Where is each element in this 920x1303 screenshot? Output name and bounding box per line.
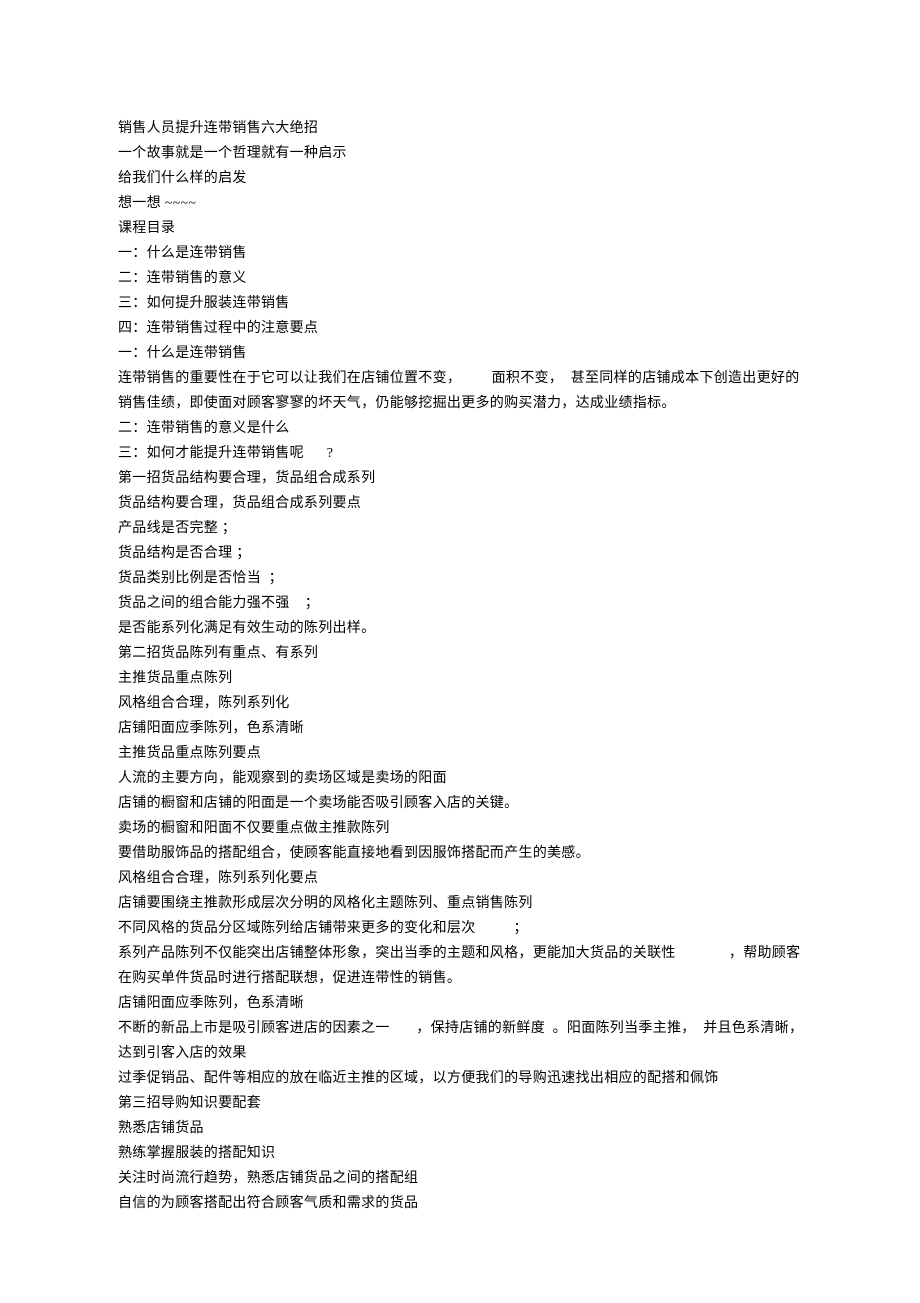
text-line: 连带销售的重要性在于它可以让我们在店铺位置不变， 面积不变， 甚至同样的店铺成本… — [118, 366, 802, 391]
text-line: 四：连带销售过程中的注意要点 — [118, 316, 802, 341]
text-line: 一个故事就是一个哲理就有一种启示 — [118, 141, 802, 166]
text-line: 第二招货品陈列有重点、有系列 — [118, 641, 802, 666]
text-line: 要借助服饰品的搭配组合，使顾客能直接地看到因服饰搭配而产生的美感。 — [118, 841, 802, 866]
text-line: 货品结构是否合理 ； — [118, 541, 802, 566]
text-line: 风格组合合理，陈列系列化要点 — [118, 866, 802, 891]
text-line: 货品类别比例是否恰当 ； — [118, 566, 802, 591]
text-line: 第一招货品结构要合理，货品组合成系列 — [118, 466, 802, 491]
text-line: 不同风格的货品分区域陈列给店铺带来更多的变化和层次 ； — [118, 916, 802, 941]
text-line: 系列产品陈列不仅能突出店铺整体形象，突出当季的主题和风格，更能加大货品的关联性 … — [118, 941, 802, 966]
document-page: 销售人员提升连带销售六大绝招 一个故事就是一个哲理就有一种启示 给我们什么样的启… — [0, 0, 920, 1303]
text-line: 卖场的橱窗和阳面不仅要重点做主推款陈列 — [118, 816, 802, 841]
text-line: 三：如何才能提升连带销售呢 ? — [118, 441, 802, 466]
text-line: 店铺阳面应季陈列，色系清晰 — [118, 991, 802, 1016]
text-line: 过季促销品、配件等相应的放在临近主推的区域，以方便我们的导购迅速找出相应的配搭和… — [118, 1066, 802, 1091]
text-line: 达到引客入店的效果 — [118, 1041, 802, 1066]
text-line: 一：什么是连带销售 — [118, 241, 802, 266]
text-line: 是否能系列化满足有效生动的陈列出样。 — [118, 616, 802, 641]
text-line: 产品线是否完整 ； — [118, 516, 802, 541]
text-line: 店铺要围绕主推款形成层次分明的风格化主题陈列、重点销售陈列 — [118, 891, 802, 916]
text-line: 给我们什么样的启发 — [118, 166, 802, 191]
text-line: 关注时尚流行趋势，熟悉店铺货品之间的搭配组 — [118, 1166, 802, 1191]
text-line: 课程目录 — [118, 216, 802, 241]
text-line: 熟练掌握服装的搭配知识 — [118, 1141, 802, 1166]
text-line: 三：如何提升服装连带销售 — [118, 291, 802, 316]
text-line: 二：连带销售的意义 — [118, 266, 802, 291]
text-line: 一：什么是连带销售 — [118, 341, 802, 366]
text-line: 在购买单件货品时进行搭配联想，促进连带性的销售。 — [118, 966, 802, 991]
text-line: 想一想 ~~~~ — [118, 191, 802, 216]
text-line: 销售人员提升连带销售六大绝招 — [118, 116, 802, 141]
text-line: 货品结构要合理，货品组合成系列要点 — [118, 491, 802, 516]
text-line: 人流的主要方向，能观察到的卖场区域是卖场的阳面 — [118, 766, 802, 791]
text-line: 销售佳绩，即使面对顾客寥寥的坏天气，仍能够挖掘出更多的购买潜力，达成业绩指标。 — [118, 391, 802, 416]
text-line: 熟悉店铺货品 — [118, 1116, 802, 1141]
text-line: 自信的为顾客搭配出符合顾客气质和需求的货品 — [118, 1191, 802, 1216]
text-line: 第三招导购知识要配套 — [118, 1091, 802, 1116]
text-line: 风格组合合理，陈列系列化 — [118, 691, 802, 716]
text-line: 主推货品重点陈列 — [118, 666, 802, 691]
text-line: 店铺阳面应季陈列，色系清晰 — [118, 716, 802, 741]
text-line: 不断的新品上市是吸引顾客进店的因素之一 ，保持店铺的新鲜度 。阳面陈列当季主推，… — [118, 1016, 802, 1041]
text-line: 主推货品重点陈列要点 — [118, 741, 802, 766]
text-line: 二：连带销售的意义是什么 — [118, 416, 802, 441]
text-line: 店铺的橱窗和店铺的阳面是一个卖场能否吸引顾客入店的关键。 — [118, 791, 802, 816]
text-line: 货品之间的组合能力强不强 ； — [118, 591, 802, 616]
